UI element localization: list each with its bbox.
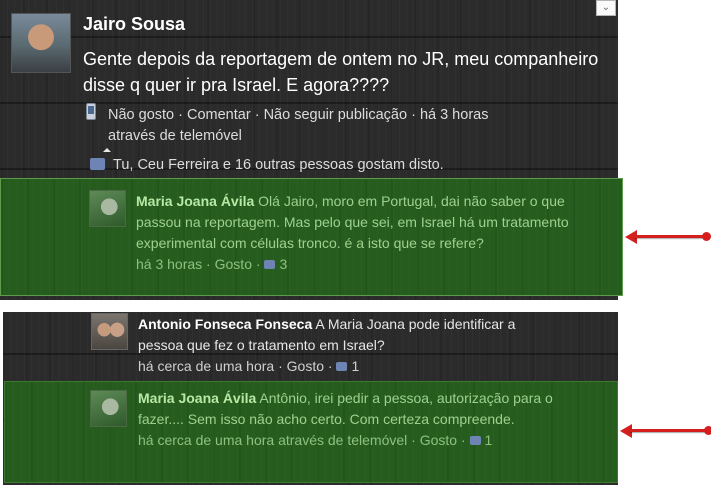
mobile-phone-icon [86,103,96,120]
thumbs-up-icon [336,362,348,371]
thumbs-up-icon [264,260,276,269]
separator: · [174,107,187,123]
post-options-button[interactable]: ⌄ [596,0,616,16]
like-link[interactable]: Gosto [287,358,324,374]
comment: Maria Joana Ávila Olá Jairo, moro em Por… [136,191,576,275]
likes-summary: Tu, Ceu Ferreira e 16 outras pessoas gos… [90,157,444,173]
comment: Antonio Fonseca Fonseca A Maria Joana po… [138,314,548,377]
comment-time[interactable]: há cerca de uma hora [138,358,274,374]
comment-footer: há 3 horas · Gosto · 3 [136,254,576,275]
like-count[interactable]: 1 [351,358,359,374]
like-count[interactable]: 3 [279,256,287,272]
separator: · [274,358,287,374]
comment-author[interactable]: Antonio Fonseca Fonseca [138,316,312,332]
comment-footer: há cerca de uma hora · Gosto · 1 [138,356,548,377]
separator: · [407,432,420,448]
comment-time[interactable]: há cerca de uma hora através de telemóve… [138,432,407,448]
caret-icon [103,148,111,152]
comment-footer: há cerca de uma hora através de telemóve… [138,430,558,451]
like-link[interactable]: Gosto [420,432,457,448]
commenter-avatar[interactable] [91,313,128,350]
like-count[interactable]: 1 [485,432,493,448]
likes-text[interactable]: Tu, Ceu Ferreira e 16 outras pessoas gos… [113,157,444,173]
post-author[interactable]: Jairo Sousa [83,14,185,35]
separator: · [251,256,265,272]
post-via: através de telemóvel [108,128,242,144]
red-arrow-left-icon [625,230,711,244]
separator: · [457,432,470,448]
unlike-link[interactable]: Não gosto [108,107,174,123]
post-text: Gente depois da reportagem de ontem no J… [83,49,599,95]
separator: · [407,107,420,123]
comment-time[interactable]: há 3 horas [136,256,202,272]
thumbs-up-icon [469,436,481,445]
thumbs-up-icon [90,158,105,170]
separator: · [324,358,337,374]
commenter-avatar[interactable] [90,390,127,427]
comment: Maria Joana Ávila Antônio, irei pedir a … [138,388,558,451]
like-link[interactable]: Gosto [215,256,252,272]
commenter-avatar[interactable] [89,190,126,227]
comment-link[interactable]: Comentar [187,107,251,123]
post-time[interactable]: há 3 horas [420,107,489,123]
post-actions: Não gosto · Comentar · Não seguir public… [108,105,578,147]
red-arrow-left-icon [620,424,711,438]
unfollow-link[interactable]: Não seguir publicação [264,107,407,123]
separator: · [202,256,215,272]
author-avatar[interactable] [11,13,71,73]
comment-author[interactable]: Maria Joana Ávila [138,390,256,406]
separator: · [250,107,264,123]
chevron-down-icon: ⌄ [601,2,611,13]
comment-author[interactable]: Maria Joana Ávila [136,193,254,209]
